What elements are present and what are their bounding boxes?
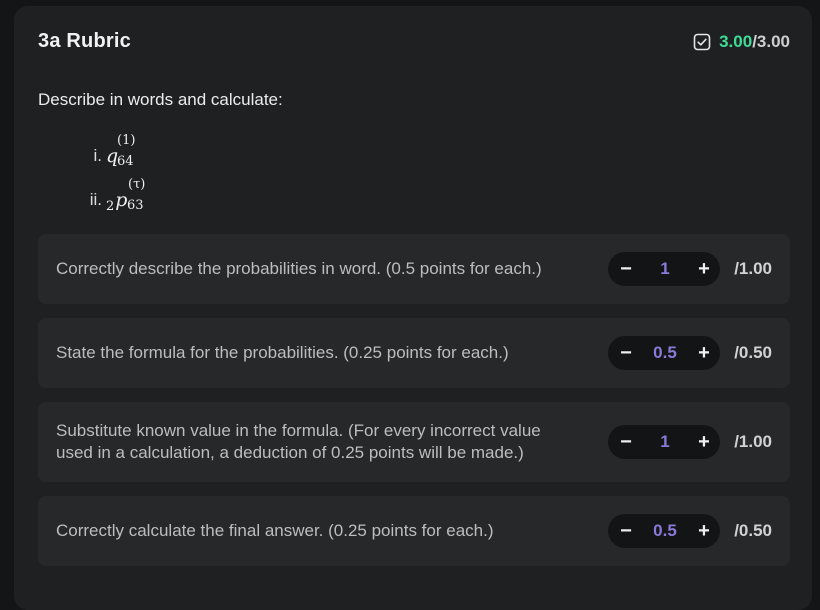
max-points: /1.00 <box>734 432 772 451</box>
checkbox-checked-icon <box>693 33 711 51</box>
points-value[interactable]: 0.5 <box>634 343 696 363</box>
max-points: /0.50 <box>734 521 772 540</box>
max-points: /0.50 <box>734 343 772 362</box>
points-value[interactable]: 1 <box>634 259 696 279</box>
sub-item-numeral: ii. <box>89 190 102 209</box>
math-expression: q (1) 64 <box>106 133 135 169</box>
points-stepper: − 0.5 + <box>608 336 720 370</box>
increment-button[interactable]: + <box>696 520 712 543</box>
criterion-text: Substitute known value in the formula. (… <box>56 421 541 462</box>
rubric-header: 3a Rubric 3.00/3.00 <box>38 28 790 56</box>
math-superscript: (τ) <box>128 177 146 192</box>
sub-item-numeral: i. <box>93 146 103 165</box>
decrement-button[interactable]: − <box>618 258 634 281</box>
increment-button[interactable]: + <box>696 431 712 454</box>
criterion-row: Substitute known value in the formula. (… <box>38 402 790 482</box>
math-superscript: (1) <box>117 133 136 148</box>
math-subscript: 64 <box>117 154 134 169</box>
increment-button[interactable]: + <box>696 258 712 281</box>
points-value[interactable]: 1 <box>634 432 696 452</box>
math-symbol: p <box>115 189 128 211</box>
max-points: /1.00 <box>734 259 772 278</box>
points-stepper: − 0.5 + <box>608 514 720 548</box>
points-stepper: − 1 + <box>608 252 720 286</box>
criterion-text: State the formula for the probabilities.… <box>56 343 509 362</box>
criterion-text: Correctly describe the probabilities in … <box>56 259 542 278</box>
criterion-text: Correctly calculate the final answer. (0… <box>56 521 494 540</box>
sub-item: ii. 2p (τ) 63 <box>74 177 146 222</box>
criterion-row: Correctly calculate the final answer. (0… <box>38 496 790 566</box>
sub-item: i. q (1) 64 <box>74 133 136 178</box>
score-total: /3.00 <box>752 32 790 51</box>
question-description: Describe in words and calculate: <box>38 90 283 109</box>
rubric-score: 3.00/3.00 <box>693 32 790 52</box>
points-stepper: − 1 + <box>608 425 720 459</box>
decrement-button[interactable]: − <box>618 342 634 365</box>
rubric-title: 3a Rubric <box>38 30 131 52</box>
decrement-button[interactable]: − <box>618 431 634 454</box>
decrement-button[interactable]: − <box>618 520 634 543</box>
score-earned: 3.00 <box>719 32 753 51</box>
criterion-row: Correctly describe the probabilities in … <box>38 234 790 304</box>
increment-button[interactable]: + <box>696 342 712 365</box>
math-subscript: 63 <box>127 198 144 213</box>
points-value[interactable]: 0.5 <box>634 521 696 541</box>
sub-items-list: i. q (1) 64 ii. 2p (τ) 63 <box>74 133 146 222</box>
rubric-panel: 3a Rubric 3.00/3.00 Describe in words an… <box>14 6 812 610</box>
math-expression: 2p (τ) 63 <box>106 177 145 214</box>
criteria-list: Correctly describe the probabilities in … <box>38 234 790 580</box>
math-presubscript: 2 <box>106 199 115 214</box>
criterion-row: State the formula for the probabilities.… <box>38 318 790 388</box>
